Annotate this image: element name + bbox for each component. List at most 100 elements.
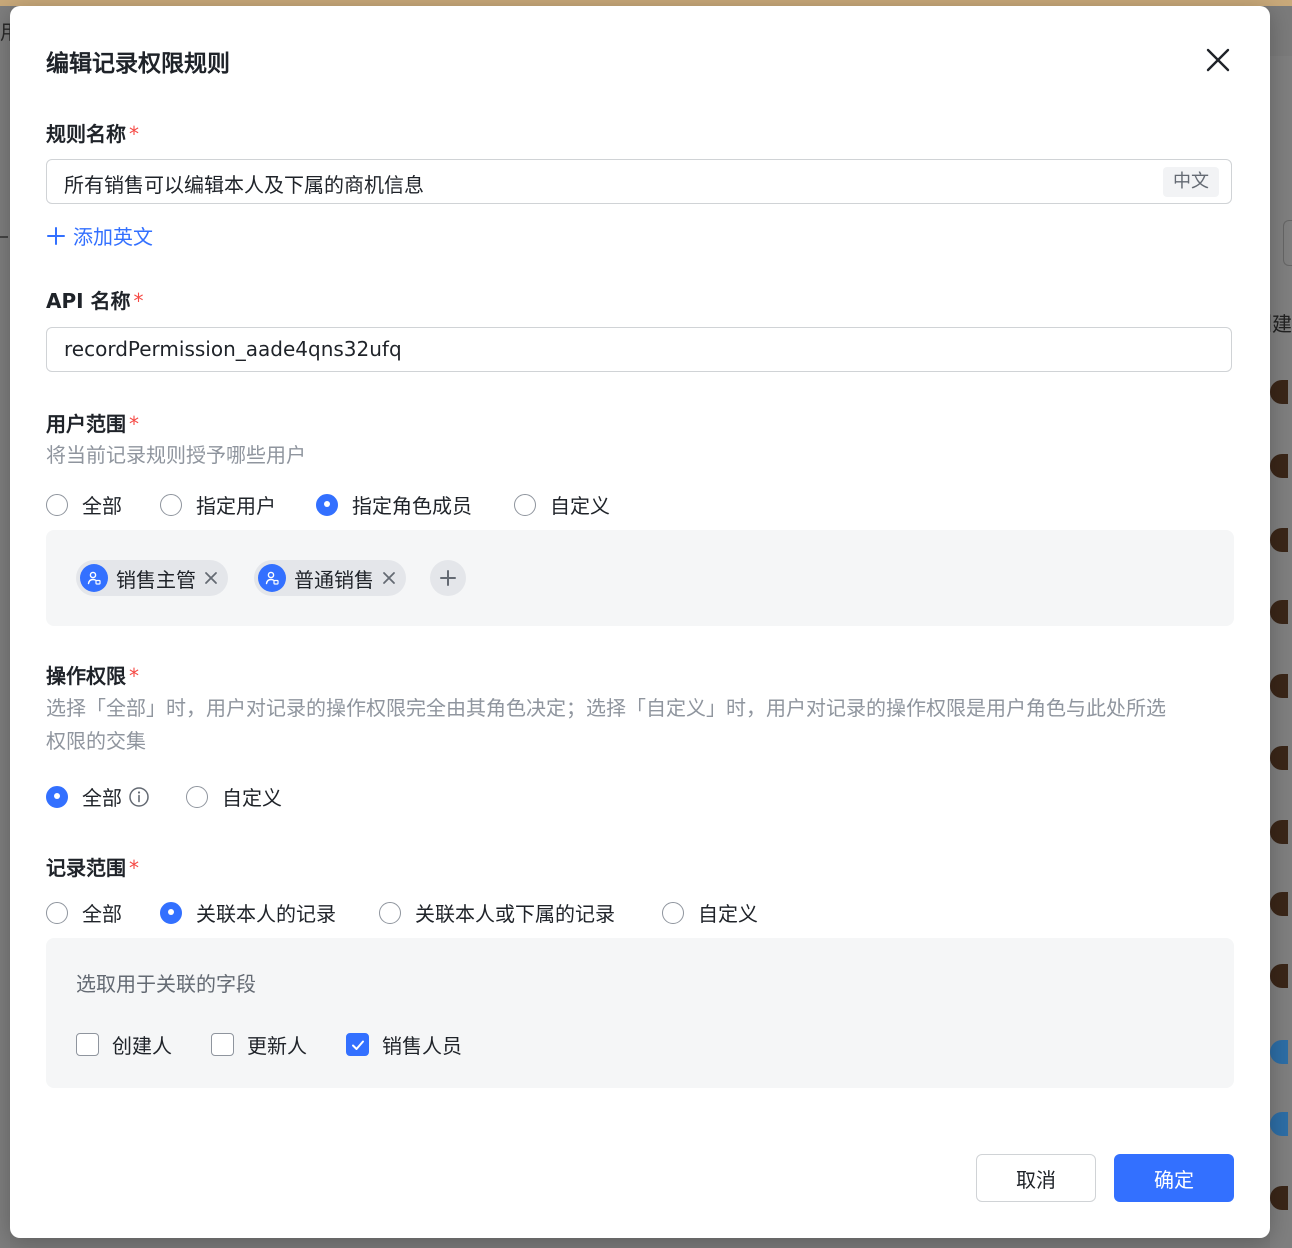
api-name-label-text: API 名称 xyxy=(46,289,131,313)
check-icon xyxy=(351,1040,364,1050)
radio-circle xyxy=(46,785,68,808)
add-english-label: 添加英文 xyxy=(73,225,153,249)
field-checkbox-updater[interactable]: 更新人 xyxy=(211,1030,346,1059)
radio-circle xyxy=(514,493,536,516)
related-field-title: 选取用于关联的字段 xyxy=(76,972,256,996)
radio-label: 指定角色成员 xyxy=(352,494,472,518)
user-scope-option-role-members[interactable]: 指定角色成员 xyxy=(316,490,514,519)
rule-name-label: 规则名称 * xyxy=(46,118,139,147)
role-tag-label: 普通销售 xyxy=(294,567,374,592)
record-scope-option-self-or-subordinate[interactable]: 关联本人或下属的记录 xyxy=(379,898,662,927)
radio-label: 自定义 xyxy=(698,902,758,926)
dialog-title: 编辑记录权限规则 xyxy=(46,51,230,77)
operation-permission-label: 操作权限 * xyxy=(46,660,139,689)
rule-name-label-text: 规则名称 xyxy=(46,122,126,146)
api-name-label: API 名称 * xyxy=(46,285,144,314)
required-mark: * xyxy=(129,664,139,688)
user-scope-option-all[interactable]: 全部 xyxy=(46,490,160,519)
user-scope-option-custom[interactable]: 自定义 xyxy=(514,490,610,519)
user-scope-option-specified-users[interactable]: 指定用户 xyxy=(160,490,316,519)
related-field-checkbox-group: 创建人 更新人 销售人员 xyxy=(76,1030,462,1059)
checkbox-box xyxy=(346,1033,369,1056)
operation-option-custom[interactable]: 自定义 xyxy=(186,782,282,811)
role-icon xyxy=(258,564,286,592)
user-scope-hint: 将当前记录规则授予哪些用户 xyxy=(46,443,306,467)
rule-name-input[interactable]: 所有销售可以编辑本人及下属的商机信息 中文 xyxy=(46,159,1232,204)
field-checkbox-sales-person[interactable]: 销售人员 xyxy=(346,1030,462,1059)
api-name-value: recordPermission_aade4qns32ufq xyxy=(64,337,402,361)
edit-record-permission-dialog: 编辑记录权限规则 规则名称 * 所有销售可以编辑本人及下属的商机信息 中文 添加英… xyxy=(10,6,1270,1238)
role-tag-label: 销售主管 xyxy=(116,567,196,592)
operation-option-all[interactable]: 全部 xyxy=(46,782,122,811)
add-role-button[interactable] xyxy=(430,560,466,596)
required-mark: * xyxy=(133,289,144,313)
role-selection-panel: 销售主管 普通销售 xyxy=(46,530,1234,626)
record-scope-option-custom[interactable]: 自定义 xyxy=(662,898,758,927)
field-checkbox-creator[interactable]: 创建人 xyxy=(76,1030,211,1059)
radio-label: 指定用户 xyxy=(196,494,276,518)
user-scope-label-text: 用户范围 xyxy=(46,412,126,436)
radio-label: 关联本人的记录 xyxy=(196,902,336,926)
radio-circle xyxy=(46,493,68,516)
operation-hint-line-2: 权限的交集 xyxy=(46,729,146,753)
role-tag-sales-manager: 销售主管 xyxy=(76,560,228,596)
close-icon xyxy=(1206,48,1230,72)
required-mark: * xyxy=(129,856,139,880)
background-right-control xyxy=(1283,220,1292,266)
language-tag[interactable]: 中文 xyxy=(1163,167,1219,197)
required-mark: * xyxy=(129,122,139,146)
checkbox-box xyxy=(211,1033,234,1056)
related-field-panel: 选取用于关联的字段 创建人 更新人 销售人员 xyxy=(46,938,1234,1088)
remove-tag-icon[interactable] xyxy=(382,571,396,585)
radio-circle xyxy=(160,901,182,924)
plus-icon xyxy=(47,226,65,245)
radio-label: 关联本人或下属的记录 xyxy=(415,902,615,926)
radio-label: 全部 xyxy=(82,494,122,518)
radio-circle xyxy=(662,901,684,924)
add-english-button[interactable]: 添加英文 xyxy=(46,221,153,250)
radio-circle xyxy=(160,493,182,516)
checkbox-box xyxy=(76,1033,99,1056)
radio-label: 全部 xyxy=(82,786,122,810)
radio-label: 自定义 xyxy=(222,786,282,810)
background-left-panel: 用 xyxy=(0,6,20,1248)
background-avatar xyxy=(1270,1186,1288,1210)
background-avatar xyxy=(1270,892,1288,916)
checkbox-label: 创建人 xyxy=(112,1034,172,1058)
background-left-divider xyxy=(0,236,8,238)
radio-circle xyxy=(379,901,401,924)
close-button[interactable] xyxy=(1202,44,1234,76)
background-avatar xyxy=(1270,964,1288,988)
background-avatar xyxy=(1270,600,1288,624)
cancel-button[interactable]: 取消 xyxy=(976,1154,1096,1202)
operation-hint-line-1: 选择「全部」时，用户对记录的操作权限完全由其角色决定；选择「自定义」时，用户对记… xyxy=(46,696,1166,720)
required-mark: * xyxy=(129,412,139,436)
background-avatar xyxy=(1270,454,1288,478)
radio-circle xyxy=(46,901,68,924)
operation-permission-hint: 选择「全部」时，用户对记录的操作权限完全由其角色决定；选择「自定义」时，用户对记… xyxy=(46,692,1236,758)
api-name-input[interactable]: recordPermission_aade4qns32ufq xyxy=(46,327,1232,372)
background-avatar xyxy=(1270,820,1288,844)
info-icon[interactable] xyxy=(128,786,150,808)
confirm-button[interactable]: 确定 xyxy=(1114,1154,1234,1202)
role-icon xyxy=(80,564,108,592)
background-avatar xyxy=(1270,528,1288,552)
user-scope-radio-group: 全部 指定用户 指定角色成员 自定义 xyxy=(46,490,610,519)
record-scope-label: 记录范围 * xyxy=(46,852,139,881)
background-avatar xyxy=(1270,674,1288,698)
background-avatar xyxy=(1270,1112,1288,1136)
record-scope-option-self-related[interactable]: 关联本人的记录 xyxy=(160,898,379,927)
user-scope-label: 用户范围 * xyxy=(46,408,139,437)
operation-radio-group: 全部 自定义 xyxy=(46,782,282,811)
radio-circle xyxy=(316,493,338,516)
role-tag-regular-sales: 普通销售 xyxy=(254,560,406,596)
rule-name-value: 所有销售可以编辑本人及下属的商机信息 xyxy=(64,173,424,197)
record-scope-option-all[interactable]: 全部 xyxy=(46,898,160,927)
remove-tag-icon[interactable] xyxy=(204,571,218,585)
operation-permission-label-text: 操作权限 xyxy=(46,664,126,688)
radio-label: 全部 xyxy=(82,902,122,926)
radio-label: 自定义 xyxy=(550,494,610,518)
background-avatar xyxy=(1270,746,1288,770)
checkbox-label: 销售人员 xyxy=(382,1034,462,1058)
background-avatar xyxy=(1270,1040,1288,1064)
